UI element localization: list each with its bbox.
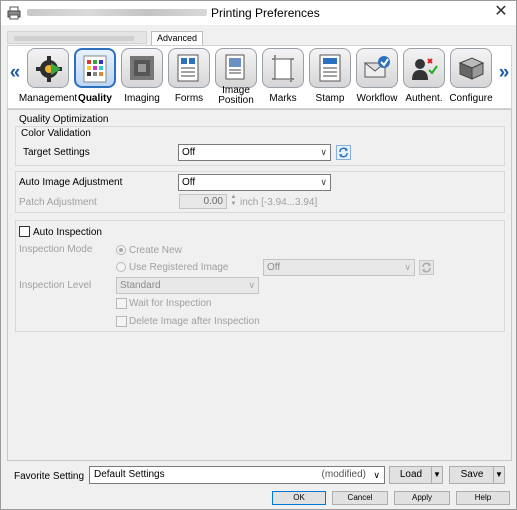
favorite-setting-select[interactable]: Default Settings (modified) ∨	[89, 466, 385, 484]
target-settings-label: Target Settings	[23, 147, 90, 158]
load-dropdown-icon[interactable]: ▼	[431, 467, 442, 483]
auto-image-adjustment-label: Auto Image Adjustment	[19, 177, 123, 188]
patch-adjustment-input[interactable]: 0.00	[179, 194, 227, 209]
scroll-right-icon[interactable]: »	[498, 63, 510, 83]
delete-image-checkbox[interactable]	[116, 316, 127, 327]
load-button[interactable]: Load	[390, 467, 432, 483]
refresh-icon	[422, 262, 431, 273]
refresh-icon	[339, 147, 348, 158]
stamp-icon	[319, 54, 341, 82]
quality-button[interactable]	[74, 48, 116, 88]
save-split-button: Save ▼	[449, 466, 505, 484]
scroll-left-icon[interactable]: «	[9, 63, 21, 83]
auto-image-adjustment-select[interactable]: Off ∨	[178, 174, 331, 191]
help-button[interactable]: Help	[456, 491, 510, 505]
registered-image-select[interactable]: Off ∨	[263, 259, 415, 276]
use-registered-image-radio[interactable]	[116, 262, 126, 272]
use-registered-image-label: Use Registered Image	[129, 262, 229, 273]
chevron-down-icon: ∨	[404, 262, 411, 272]
toolbar-label-configure: Configure	[449, 93, 493, 104]
wait-for-inspection-checkbox[interactable]	[116, 298, 127, 309]
printer-name-redacted	[27, 9, 207, 16]
window-title: Printing Preferences	[211, 6, 320, 20]
auto-inspection-label: Auto Inspection	[33, 227, 102, 238]
authentication-icon	[412, 58, 438, 80]
inspection-level-select[interactable]: Standard ∨	[116, 277, 259, 294]
tab-printer-redacted[interactable]	[7, 31, 147, 44]
favorite-setting-label: Favorite Setting	[14, 471, 85, 482]
management-icon	[36, 56, 62, 82]
patch-adjustment-unit: inch [-3.94...3.94]	[240, 197, 318, 208]
category-toolbar: « Management Quality Imaging Forms Image…	[7, 45, 512, 109]
quality-optimization-title: Quality Optimization	[19, 114, 109, 125]
forms-icon	[177, 54, 199, 82]
configure-icon	[458, 57, 485, 80]
printer-app-icon	[7, 6, 21, 20]
delete-image-label: Delete Image after Inspection	[129, 316, 260, 327]
quality-settings-panel: Quality Optimization Color Validation Ta…	[7, 109, 512, 461]
chevron-down-icon: ∨	[373, 470, 380, 480]
imaging-icon	[130, 56, 154, 80]
chevron-down-icon: ∨	[320, 177, 327, 187]
patch-adjustment-spinner[interactable]: ▲ ▼	[229, 194, 238, 209]
configure-button[interactable]	[450, 48, 492, 88]
patch-adjustment-label: Patch Adjustment	[19, 197, 97, 208]
marks-icon	[272, 55, 294, 82]
refresh-registered-button[interactable]	[419, 260, 434, 275]
marks-button[interactable]	[262, 48, 304, 88]
stamp-button[interactable]	[309, 48, 351, 88]
refresh-target-button[interactable]	[336, 145, 351, 160]
title-bar: Printing Preferences ✕	[1, 1, 516, 25]
image-position-icon	[225, 54, 245, 80]
apply-button[interactable]: Apply	[394, 491, 450, 505]
auto-inspection-checkbox[interactable]	[19, 226, 30, 237]
save-button[interactable]: Save	[450, 467, 494, 483]
management-button[interactable]	[27, 48, 69, 88]
inspection-mode-label: Inspection Mode	[19, 244, 93, 255]
save-dropdown-icon[interactable]: ▼	[493, 467, 504, 483]
cancel-button[interactable]: Cancel	[332, 491, 388, 505]
color-validation-title: Color Validation	[21, 128, 91, 139]
create-new-radio[interactable]	[116, 245, 126, 255]
modified-indicator: (modified)	[321, 469, 366, 480]
toolbar-item-configure[interactable]: Configure	[446, 48, 496, 108]
ok-button[interactable]: OK	[272, 491, 326, 505]
workflow-button[interactable]	[356, 48, 398, 88]
close-button[interactable]: ✕	[492, 3, 510, 21]
create-new-label: Create New	[129, 245, 182, 256]
load-split-button: Load ▼	[389, 466, 443, 484]
inspection-level-label: Inspection Level	[19, 280, 92, 291]
tab-advanced[interactable]: Advanced	[151, 31, 204, 45]
wait-for-inspection-label: Wait for Inspection	[129, 298, 212, 309]
image-position-button[interactable]	[215, 48, 257, 88]
forms-button[interactable]	[168, 48, 210, 88]
target-settings-select[interactable]: Off ∨	[178, 144, 331, 161]
imaging-button[interactable]	[121, 48, 163, 88]
chevron-down-icon: ∨	[320, 147, 327, 157]
printing-preferences-window: Printing Preferences ✕ Advanced « Manage…	[0, 0, 517, 510]
workflow-icon	[363, 56, 390, 78]
chevron-down-icon: ∨	[248, 280, 255, 290]
authentication-button[interactable]	[403, 48, 445, 88]
quality-icon	[83, 55, 107, 83]
